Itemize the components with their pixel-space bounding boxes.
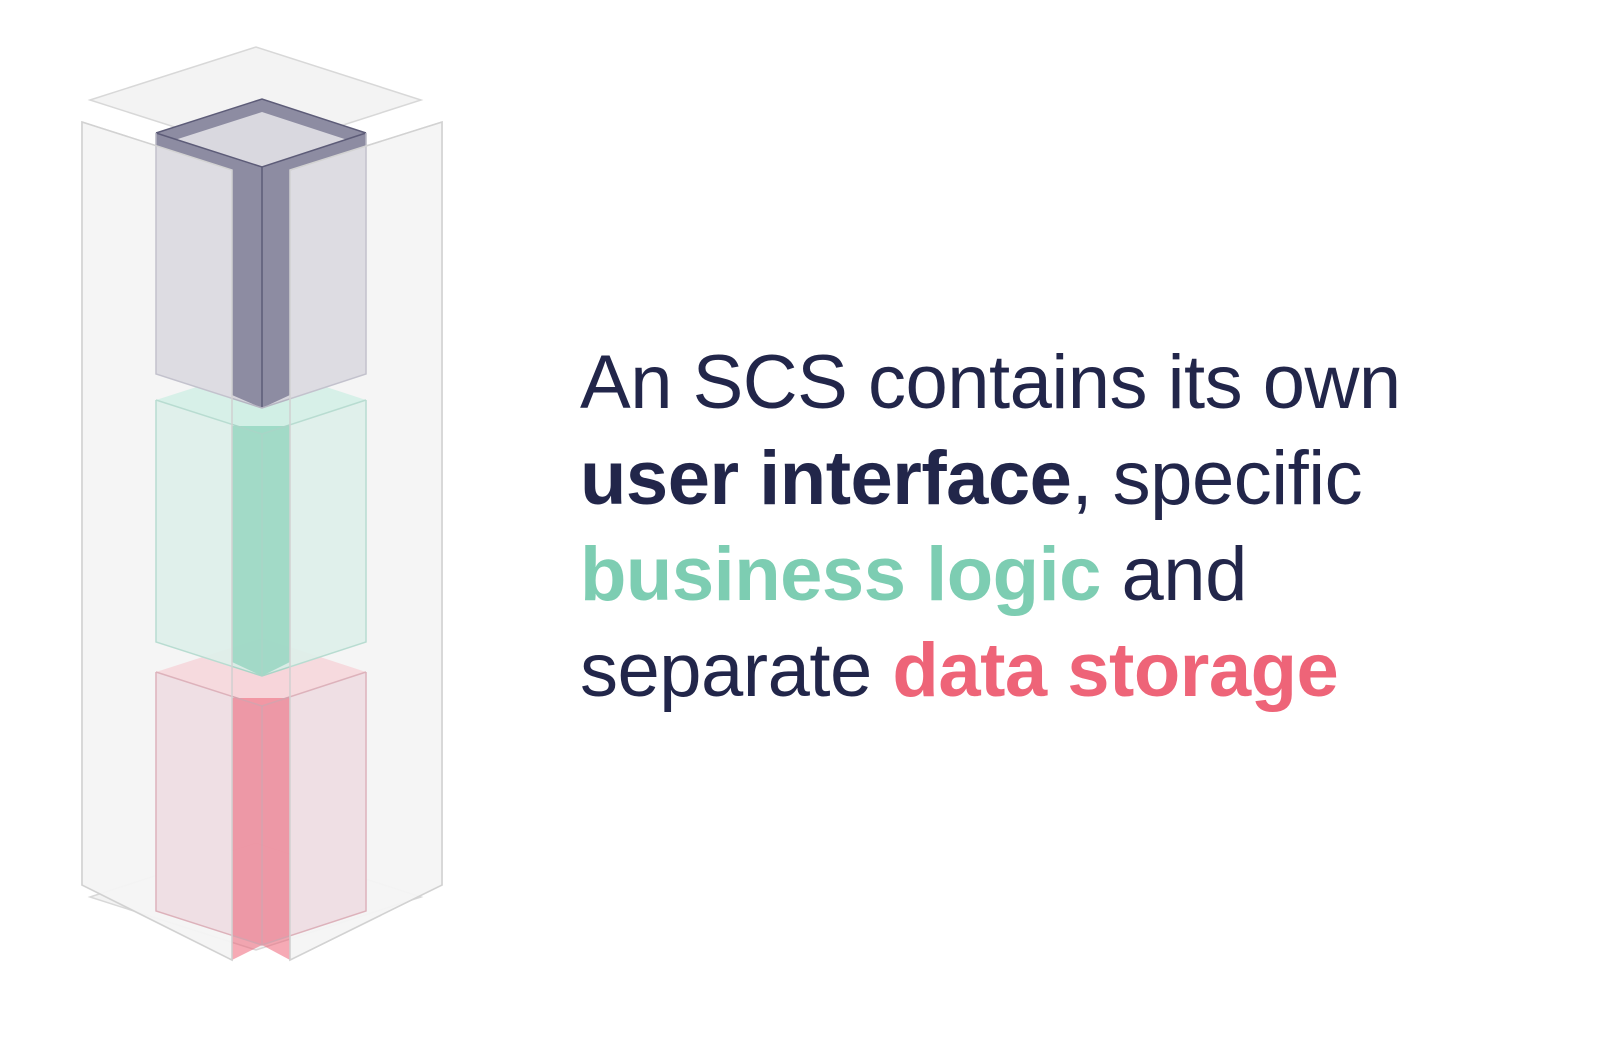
- caption-line-3: business logic and: [580, 527, 1580, 623]
- scs-stack-diagram: [81, 46, 443, 962]
- frame-left-front-sheet: [81, 120, 233, 962]
- caption-line-1: An SCS contains its own: [580, 340, 1401, 425]
- logic-term: business logic: [580, 532, 1101, 617]
- caption-line-2: user interface, specific: [580, 431, 1580, 527]
- frame-right-front-sheet: [289, 120, 443, 962]
- ui-term: user interface: [580, 436, 1072, 521]
- caption-line-4: separate data storage: [580, 623, 1580, 719]
- scs-caption: An SCS contains its own user interface, …: [580, 335, 1580, 719]
- caption-line-3-rest: and: [1100, 532, 1248, 617]
- data-term: data storage: [892, 628, 1339, 713]
- caption-line-2-rest: , specific: [1071, 436, 1363, 521]
- caption-line-4-start: separate: [580, 628, 893, 713]
